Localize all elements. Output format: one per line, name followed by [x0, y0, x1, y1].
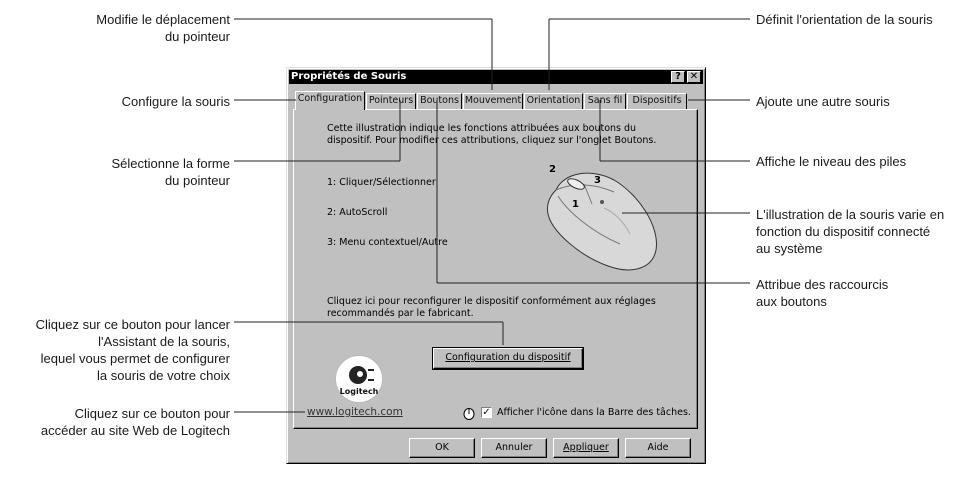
mouse-label-1: 1	[572, 199, 579, 210]
tab-dispositifs[interactable]: Dispositifs	[627, 93, 687, 109]
help-button[interactable]: Aide	[625, 438, 691, 458]
title-bar: Propriétés de Souris ? ✕	[289, 70, 703, 84]
annotation-battery: Affiche le niveau des piles	[756, 154, 907, 169]
configuration-panel: Cette illustration indique les fonctions…	[293, 109, 698, 429]
tab-sans-fil[interactable]: Sans fil	[584, 93, 626, 109]
logitech-website-link[interactable]: www.logitech.com	[307, 406, 403, 418]
mouse-label-3: 3	[594, 175, 601, 186]
annotation-pointer-shape: Sélectionne la forme du pointeur	[111, 156, 230, 188]
button-function-3: 3: Menu contextuel/Autre	[327, 237, 448, 248]
mouse-label-2: 2	[549, 164, 556, 175]
mouse-properties-dialog: Propriétés de Souris ? ✕ Configuration P…	[286, 67, 706, 464]
apply-button[interactable]: Appliquer	[553, 438, 619, 458]
cancel-button[interactable]: Annuler	[481, 438, 547, 458]
ok-button[interactable]: OK	[409, 438, 475, 458]
close-icon[interactable]: ✕	[687, 71, 701, 83]
annotation-pointer-movement: Modifie le déplacement du pointeur	[96, 12, 230, 44]
mouse-tray-icon	[463, 408, 475, 420]
reconfigure-text: Cliquez ici pour reconfigurer le disposi…	[327, 296, 656, 319]
dialog-title: Propriétés de Souris	[291, 71, 407, 82]
tab-pointeurs[interactable]: Pointeurs	[366, 93, 416, 109]
annotation-configure: Configure la souris	[121, 94, 230, 109]
taskbar-checkbox-label: Afficher l'icône dans la Barre des tâche…	[497, 407, 691, 418]
annotation-mouse-illustration: L'illustration de la souris varie en fon…	[756, 207, 945, 256]
logitech-eye-icon	[349, 366, 374, 384]
logo-text: Logitech	[339, 387, 379, 396]
tab-boutons[interactable]: Boutons	[417, 93, 462, 109]
button-function-2: 2: AutoScroll	[327, 207, 388, 218]
annotation-assistant: Cliquez sur ce bouton pour lancer l'Assi…	[35, 317, 230, 383]
intro-text: Cette illustration indique les fonctions…	[327, 123, 657, 146]
annotation-orientation: Définit l'orientation de la souris	[756, 12, 933, 27]
tab-orientation[interactable]: Orientation	[524, 93, 583, 109]
button-function-1: 1: Cliquer/Sélectionner	[327, 177, 436, 188]
taskbar-icon-checkbox[interactable]: ✓	[481, 407, 492, 418]
annotation-shortcuts: Attribue des raccourcis aux boutons	[756, 277, 889, 309]
tab-mouvement[interactable]: Mouvement	[463, 93, 523, 109]
annotation-add-mouse: Ajoute une autre souris	[756, 94, 890, 109]
logitech-logo: Logitech	[335, 355, 383, 403]
annotation-website: Cliquez sur ce bouton pour accéder au si…	[40, 406, 230, 438]
tab-configuration[interactable]: Configuration	[295, 91, 365, 110]
device-configuration-button[interactable]: Configuration du dispositif	[432, 347, 584, 370]
help-icon[interactable]: ?	[671, 71, 685, 83]
